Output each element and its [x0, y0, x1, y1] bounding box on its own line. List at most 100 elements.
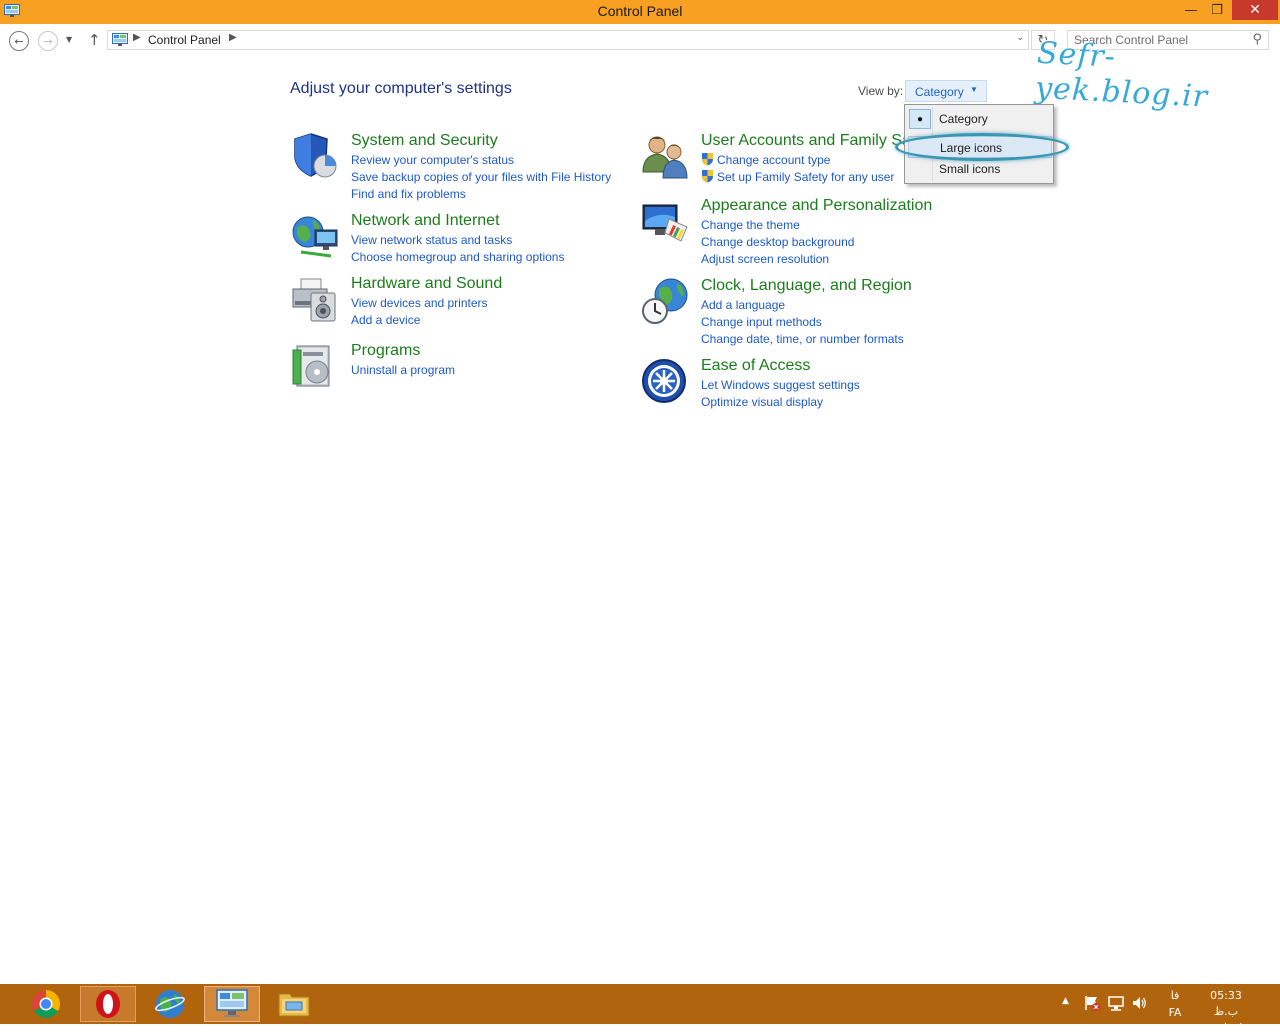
link-change-theme[interactable]: Change the theme	[701, 217, 854, 234]
category-title[interactable]: Hardware and Sound	[351, 275, 502, 293]
radio-bullet-icon: ●	[909, 109, 931, 129]
uac-shield-icon	[702, 170, 713, 183]
network-icon[interactable]	[1108, 995, 1124, 1011]
globe-browser-icon	[155, 990, 185, 1018]
view-by-label: View by:	[858, 84, 904, 98]
link-input-methods[interactable]: Change input methods	[701, 314, 904, 331]
dropdown-caret-icon: ▼	[970, 85, 978, 94]
taskbar-globe-browser[interactable]	[142, 986, 198, 1022]
breadcrumb-separator-icon[interactable]: ▶	[133, 32, 141, 43]
category-clock-language: Clock, Language, and Region Add a langua…	[641, 277, 981, 347]
link-date-time-formats[interactable]: Change date, time, or number formats	[701, 331, 904, 348]
back-button[interactable]: ←	[9, 31, 29, 51]
recent-locations-dropdown[interactable]: ▼	[66, 35, 72, 44]
category-title[interactable]: Network and Internet	[351, 212, 500, 230]
link-uninstall-program[interactable]: Uninstall a program	[351, 362, 455, 379]
taskbar-chrome[interactable]	[18, 986, 74, 1022]
ease-of-access-icon[interactable]	[641, 357, 691, 405]
link-network-status[interactable]: View network status and tasks	[351, 232, 564, 249]
category-appearance: Appearance and Personalization Change th…	[641, 197, 981, 267]
control-panel-icon	[216, 989, 248, 1017]
maximize-button[interactable]: ❐	[1204, 0, 1230, 20]
clock-globe-icon[interactable]	[641, 277, 691, 325]
monitor-palette-icon[interactable]	[641, 197, 691, 245]
category-title[interactable]: Clock, Language, and Region	[701, 277, 912, 295]
users-icon[interactable]	[641, 132, 691, 180]
category-title[interactable]: Ease of Access	[701, 357, 810, 375]
menu-item-category[interactable]: ● Category	[908, 108, 1052, 130]
address-bar[interactable]: ▶ Control Panel ▶ ⌄	[107, 30, 1029, 50]
taskbar: ▲ فا FA 05:33 ب.ظ ۲۰۱۴/۰۱/۱۱	[0, 984, 1280, 1034]
printer-speaker-icon[interactable]	[291, 275, 341, 323]
view-by-dropdown[interactable]: Category ▼	[905, 80, 987, 102]
view-by-menu: ● Category Large icons Small icons	[904, 104, 1054, 184]
category-programs: Programs Uninstall a program	[291, 342, 631, 387]
title-bar: Control Panel — ❐ ✕	[0, 0, 1280, 24]
chrome-icon	[32, 990, 60, 1018]
category-hardware-sound: Hardware and Sound View devices and prin…	[291, 275, 631, 330]
taskbar-file-explorer[interactable]	[266, 986, 322, 1022]
link-screen-resolution[interactable]: Adjust screen resolution	[701, 251, 854, 268]
category-title[interactable]: User Accounts and Family Safety	[701, 132, 911, 150]
link-suggest-settings[interactable]: Let Windows suggest settings	[701, 377, 860, 394]
chevron-down-icon: ▼	[66, 35, 73, 44]
file-explorer-icon	[278, 993, 310, 1017]
link-devices-printers[interactable]: View devices and printers	[351, 295, 488, 312]
taskbar-control-panel[interactable]	[204, 986, 260, 1022]
category-user-accounts: User Accounts and Family Safety Change a…	[641, 132, 911, 187]
category-title[interactable]: Appearance and Personalization	[701, 197, 932, 215]
category-network-internet: Network and Internet View network status…	[291, 212, 631, 267]
clock[interactable]: 05:33 ب.ظ ۲۰۱۴/۰۱/۱۱	[1198, 988, 1254, 1036]
link-label[interactable]: Set up Family Safety for any user	[717, 170, 894, 184]
link-add-device[interactable]: Add a device	[351, 312, 488, 329]
forward-arrow-icon: →	[43, 34, 53, 48]
watermark: Sefr-yek.blog.ir	[1034, 35, 1209, 115]
control-panel-icon	[112, 33, 128, 46]
menu-item-small-icons[interactable]: Small icons	[908, 158, 1052, 180]
link-label[interactable]: Change account type	[717, 153, 830, 167]
forward-button[interactable]: →	[38, 31, 58, 51]
window-title: Control Panel	[597, 3, 683, 19]
network-globe-icon[interactable]	[291, 212, 341, 260]
opera-icon	[96, 990, 120, 1018]
shield-icon[interactable]	[291, 132, 341, 180]
up-arrow-icon: ↑	[88, 31, 101, 49]
category-title[interactable]: System and Security	[351, 132, 498, 150]
link-change-account-type[interactable]: Change account type	[701, 152, 894, 169]
page-heading: Adjust your computer's settings	[290, 80, 512, 97]
back-arrow-icon: ←	[14, 34, 24, 48]
menu-item-label: Category	[939, 112, 988, 126]
link-desktop-background[interactable]: Change desktop background	[701, 234, 854, 251]
category-ease-of-access: Ease of Access Let Windows suggest setti…	[641, 357, 981, 412]
close-button[interactable]: ✕	[1232, 0, 1278, 20]
address-dropdown-icon[interactable]: ⌄	[1016, 33, 1024, 43]
menu-item-large-icons[interactable]: Large icons	[908, 136, 1052, 158]
category-title[interactable]: Programs	[351, 342, 420, 360]
uac-shield-icon	[702, 153, 713, 166]
up-button[interactable]: ↑	[88, 31, 101, 49]
link-family-safety[interactable]: Set up Family Safety for any user	[701, 169, 894, 186]
taskbar-opera[interactable]	[80, 986, 136, 1022]
search-icon[interactable]: ⚲	[1252, 32, 1262, 47]
clock-date: ۲۰۱۴/۰۱/۱۱	[1198, 1021, 1254, 1034]
language-indicator-code[interactable]: FA	[1167, 1006, 1183, 1019]
programs-box-icon[interactable]	[291, 342, 341, 390]
minimize-button[interactable]: —	[1178, 0, 1204, 20]
language-indicator-persian[interactable]: فا	[1167, 989, 1183, 1002]
link-review-status[interactable]: Review your computer's status	[351, 152, 611, 169]
link-homegroup[interactable]: Choose homegroup and sharing options	[351, 249, 564, 266]
menu-item-label: Small icons	[939, 162, 1001, 176]
link-add-language[interactable]: Add a language	[701, 297, 904, 314]
link-find-fix-problems[interactable]: Find and fix problems	[351, 186, 611, 203]
action-center-flag-icon[interactable]	[1084, 995, 1100, 1011]
breadcrumb-control-panel[interactable]: Control Panel	[148, 33, 221, 47]
breadcrumb-separator-icon[interactable]: ▶	[229, 32, 237, 43]
volume-icon[interactable]	[1131, 995, 1147, 1011]
show-hidden-icons-button[interactable]: ▲	[1062, 996, 1069, 1006]
category-system-security: System and Security Review your computer…	[291, 132, 631, 202]
clock-time: 05:33 ب.ظ	[1210, 989, 1242, 1018]
view-by-value: Category	[915, 85, 964, 99]
link-file-history[interactable]: Save backup copies of your files with Fi…	[351, 169, 611, 186]
menu-item-label: Large icons	[940, 141, 1003, 155]
link-optimize-display[interactable]: Optimize visual display	[701, 394, 860, 411]
